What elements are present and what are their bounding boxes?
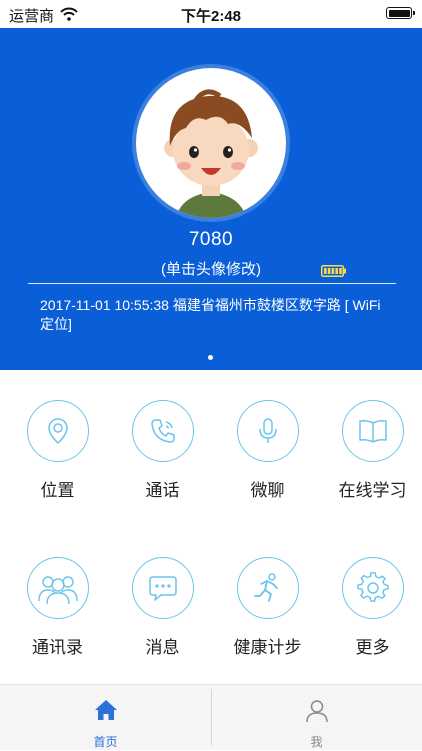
location-text: 2017-11-01 10:55:38 福建省福州市鼓楼区数字路 [ WiFi定… [40, 297, 381, 332]
home-icon [0, 699, 211, 723]
grid-item-location[interactable]: 位置 [5, 400, 110, 501]
boy-avatar [164, 89, 258, 218]
battery-icon [386, 7, 415, 19]
tab-home[interactable]: 首页 [0, 685, 211, 751]
divider [28, 283, 396, 284]
microphone-icon [236, 400, 299, 462]
tab-label: 我 [310, 735, 323, 749]
avatar[interactable] [136, 68, 286, 218]
location-pin-icon [26, 400, 89, 462]
tab-me[interactable]: 我 [211, 685, 422, 751]
grid-label: 在线学习 [338, 481, 407, 500]
grid-label: 通话 [145, 481, 180, 500]
grid-item-call[interactable]: 通话 [110, 400, 215, 501]
tab-label: 首页 [93, 735, 118, 749]
grid-label: 消息 [145, 638, 180, 657]
grid-label: 健康计步 [233, 638, 302, 657]
user-icon [211, 699, 422, 723]
grid-label: 位置 [40, 481, 75, 500]
grid-item-messages[interactable]: 消息 [110, 557, 215, 658]
chat-bubble-icon [131, 557, 194, 619]
carousel-dot [208, 355, 213, 360]
avatar-hint[interactable]: (单击头像修改) [0, 258, 422, 279]
running-icon [236, 557, 299, 619]
status-bar: 运营商 下午2:48 [0, 0, 422, 28]
grid-item-step-counter[interactable]: 健康计步 [215, 557, 320, 658]
contacts-icon [26, 557, 89, 619]
grid-item-contacts[interactable]: 通讯录 [5, 557, 110, 658]
status-time: 下午2:48 [180, 8, 242, 25]
grid-label: 通讯录 [32, 638, 83, 657]
battery-icon [321, 264, 347, 282]
grid-item-voice-chat[interactable]: 微聊 [215, 400, 320, 501]
device-id: 7080 [188, 229, 234, 250]
tab-bar: 首页 我 [0, 684, 422, 750]
book-icon [341, 400, 404, 462]
gear-icon [341, 557, 404, 619]
phone-icon [131, 400, 194, 462]
profile-header: 7080 (单击头像修改) 2017-11-01 10:55:38 福建省福州市… [0, 28, 422, 370]
grid-item-more[interactable]: 更多 [320, 557, 422, 658]
grid-label: 更多 [355, 638, 390, 657]
feature-grid: 位置 通话 微聊 在线学习 通讯录 消息 健康计步 更多 [0, 370, 422, 684]
grid-item-online-learning[interactable]: 在线学习 [320, 400, 422, 501]
grid-label: 微聊 [250, 481, 285, 500]
